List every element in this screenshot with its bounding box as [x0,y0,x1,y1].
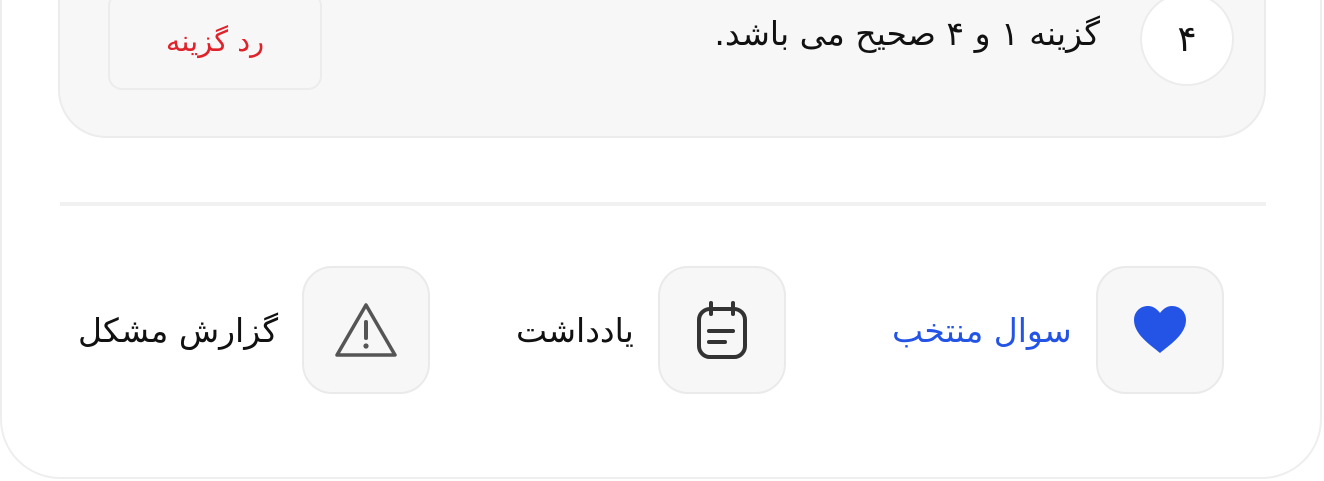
reject-option-button[interactable]: رد گزینه [108,0,322,90]
note-label: یادداشت [516,310,634,350]
report-icon-box[interactable] [302,266,431,394]
report-problem-label: گزارش مشکل [78,310,279,350]
favorite-icon-box[interactable] [1095,266,1224,394]
report-problem-button[interactable]: گزارش مشکل [78,266,431,394]
reject-option-label: رد گزینه [165,24,265,58]
notepad-icon [696,301,747,359]
option-text: گزینه ۱ و ۴ صحیح می باشد. [714,14,1100,53]
note-icon-box[interactable] [657,266,786,394]
warning-triangle-icon [335,303,397,357]
heart-icon [1133,306,1186,353]
favorite-question-label: سوال منتخب [892,310,1072,350]
note-button[interactable]: یادداشت [516,266,786,394]
option-number: ۴ [1177,18,1197,60]
divider [60,202,1266,206]
favorite-question-button[interactable]: سوال منتخب [892,266,1224,394]
